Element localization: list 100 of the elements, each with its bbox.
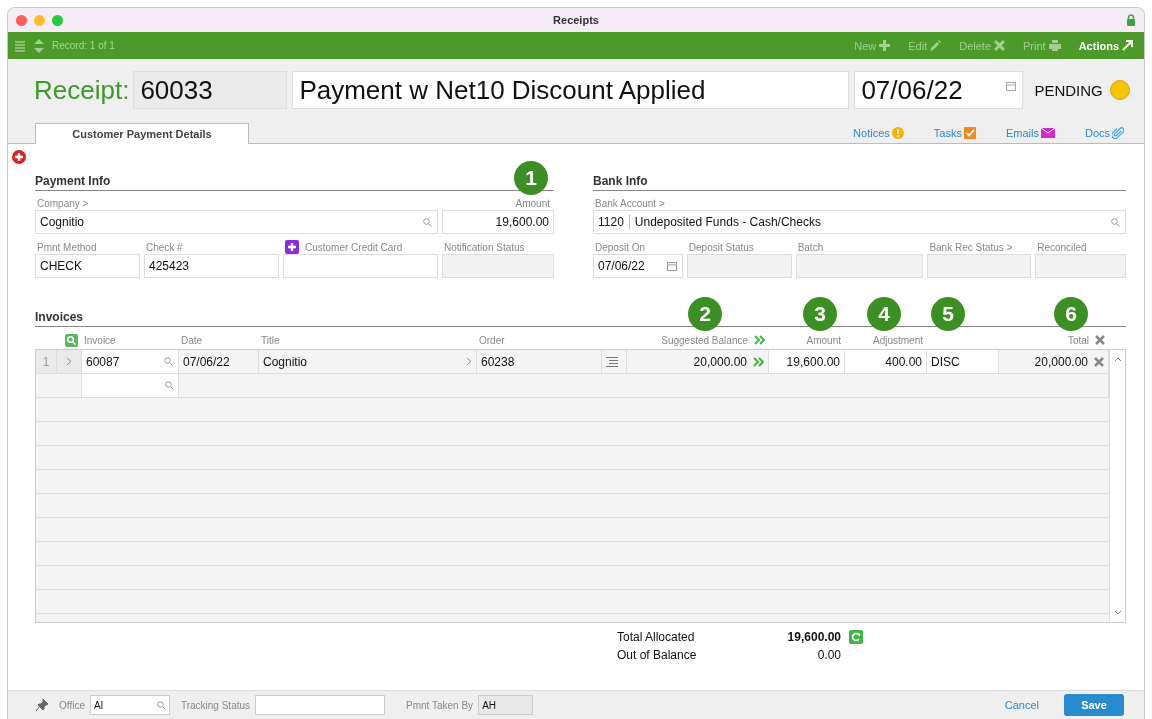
arrow-icon: [1122, 40, 1133, 51]
search-icon[interactable]: [65, 333, 78, 347]
pencil-icon: [930, 40, 942, 51]
envelope-icon: [1040, 128, 1055, 138]
table-cell: Cognitio: [263, 354, 308, 369]
total-value: 19,600.00: [786, 630, 841, 644]
calendar-icon[interactable]: [666, 262, 677, 271]
calendar-icon[interactable]: [1006, 82, 1017, 91]
scroll-up-icon[interactable]: [1113, 356, 1122, 362]
status-label: PENDING: [1034, 81, 1103, 99]
callout-badge: 3: [803, 297, 837, 331]
add-icon[interactable]: [285, 240, 299, 254]
callout-badge: 5: [931, 297, 965, 331]
section-title: Bank Info: [593, 174, 1126, 191]
input-field[interactable]: CHECK: [35, 254, 140, 278]
input-field[interactable]: [1035, 254, 1126, 278]
field-label: Deposit Status: [688, 241, 754, 253]
search-icon[interactable]: [1111, 218, 1120, 227]
field-label: Check #: [146, 241, 183, 253]
input-field[interactable]: 19,600.00: [442, 210, 554, 234]
field-label: Tracking Status: [180, 699, 251, 711]
callout-badge: 1: [514, 161, 548, 195]
input-field: AH: [478, 695, 534, 715]
exclamation-icon: [891, 127, 904, 139]
input-field[interactable]: [927, 254, 1032, 278]
double-chevron-icon[interactable]: [753, 356, 764, 367]
input-field[interactable]: [795, 254, 924, 278]
total-label: Total Allocated: [617, 630, 696, 644]
delete-icon[interactable]: [1094, 356, 1104, 367]
input-field[interactable]: AI: [89, 695, 170, 715]
column-header: Adjustment: [872, 334, 923, 346]
column-header: Title: [261, 334, 280, 346]
field-label: Pmnt Method: [37, 241, 97, 253]
plus-icon: [879, 40, 891, 51]
input-field[interactable]: [686, 254, 792, 278]
status-dot: [1109, 80, 1130, 100]
search-icon[interactable]: [164, 357, 173, 366]
receipt-number-field: 60033: [133, 71, 288, 109]
field-label: Pmnt Taken By: [406, 699, 474, 711]
column-header: Order: [479, 334, 505, 346]
date-field[interactable]: 07/06/22: [854, 71, 1024, 109]
field-label: Amount: [515, 197, 550, 209]
menu-icon[interactable]: [14, 39, 26, 52]
column-header: Date: [181, 334, 203, 346]
input-field[interactable]: Cognitio: [35, 210, 438, 234]
table-cell[interactable]: 60087: [82, 350, 179, 373]
field-label: Bank Rec Status >: [929, 241, 1013, 253]
column-header: Total: [1067, 334, 1089, 346]
input-field[interactable]: 07/06/22: [593, 254, 683, 278]
table-cell[interactable]: 400.00: [845, 350, 927, 373]
input-field[interactable]: 425423: [144, 254, 279, 278]
search-icon[interactable]: [423, 218, 432, 227]
window-title: Receipts: [553, 14, 599, 26]
list-icon[interactable]: [606, 356, 618, 367]
field-label: Notification Status: [444, 241, 525, 253]
checkbox-icon: [963, 127, 976, 139]
up-down-arrows-icon[interactable]: [34, 38, 44, 53]
column-header: Suggested Balance: [661, 334, 748, 346]
search-icon[interactable]: [165, 381, 174, 390]
field-label: Customer Credit Card: [305, 241, 403, 253]
zoom-button[interactable]: [52, 14, 63, 26]
field-label: Office: [59, 699, 85, 711]
paperclip-icon: [1112, 127, 1124, 139]
table-cell[interactable]: DISC: [927, 350, 999, 373]
field-label: Batch: [797, 241, 824, 253]
table-cell[interactable]: 19,600.00: [769, 350, 845, 373]
printer-icon: [1048, 40, 1061, 51]
input-field[interactable]: [255, 695, 386, 715]
field-label: Reconciled: [1037, 241, 1087, 253]
input-field[interactable]: [442, 254, 554, 278]
table-cell: 07/06/22: [179, 350, 259, 373]
close-button[interactable]: [16, 14, 27, 26]
total-label: Out of Balance: [617, 648, 698, 662]
refresh-icon[interactable]: [849, 630, 863, 644]
tab[interactable]: Customer Payment Details: [35, 123, 249, 144]
add-icon[interactable]: [12, 150, 26, 164]
table-cell: 20,000.00: [693, 354, 747, 369]
delete-icon: [994, 40, 1006, 51]
field-label: Bank Account >: [595, 197, 665, 209]
receipt-title-field[interactable]: Payment w Net10 Discount Applied: [292, 71, 850, 109]
input-field[interactable]: [283, 254, 438, 278]
callout-badge: 2: [688, 297, 722, 331]
input-field[interactable]: 1120 Undeposited Funds - Cash/Checks: [593, 210, 1126, 234]
table-cell: 20,000.00: [1034, 354, 1088, 369]
receipt-label: Receipt:: [34, 74, 130, 106]
line-number: 1: [36, 350, 57, 373]
callout-badge: 4: [867, 297, 901, 331]
record-counter: Record: 1 of 1: [52, 40, 115, 51]
callout-badge: 6: [1054, 297, 1088, 331]
delete-icon[interactable]: [1095, 335, 1105, 345]
field-label: Deposit On: [595, 241, 646, 253]
search-icon[interactable]: [156, 700, 166, 710]
double-chevron-icon[interactable]: [754, 335, 765, 345]
pin-icon[interactable]: [36, 699, 48, 711]
minimize-button[interactable]: [34, 14, 45, 26]
save-button[interactable]: Save: [1064, 694, 1124, 716]
scroll-down-icon[interactable]: [1113, 610, 1122, 616]
toolbar-button[interactable]: Actions: [1073, 39, 1138, 52]
field-label: Company >: [37, 197, 89, 209]
chevron-right-icon[interactable]: [466, 357, 472, 366]
